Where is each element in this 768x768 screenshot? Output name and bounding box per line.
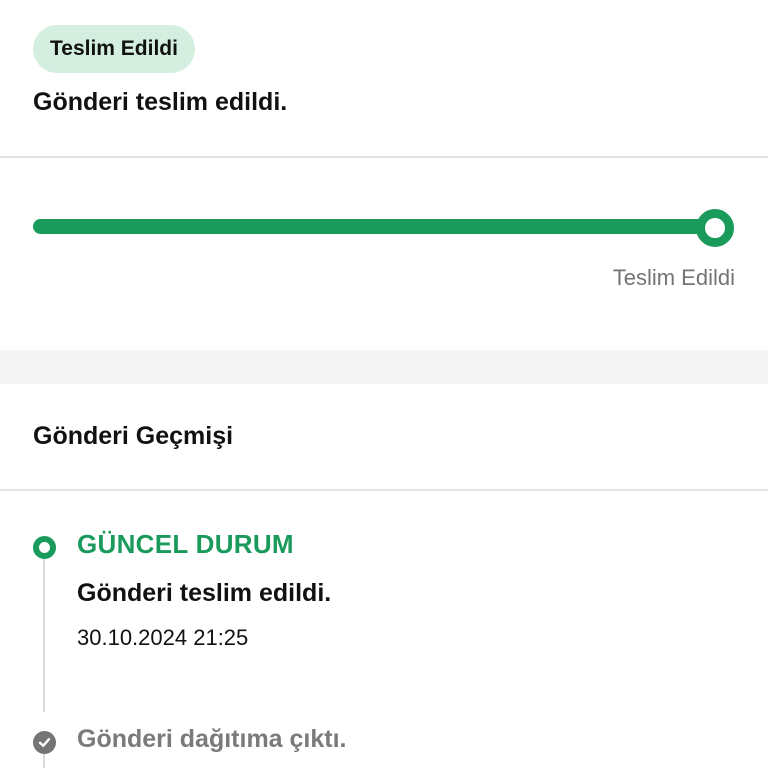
shipment-history: Gönderi Geçmişi GÜNCEL DURUM Gönderi tes… (0, 384, 768, 768)
section-separator (0, 350, 768, 384)
history-event-datetime: 30.10.2024 21:25 (77, 625, 249, 650)
checkmark-icon (38, 738, 51, 747)
timeline-connector (43, 558, 45, 712)
progress-section: Teslim Edildi (0, 158, 768, 350)
timeline-connector (43, 754, 45, 768)
history-event-description: Gönderi teslim edildi. (77, 579, 332, 607)
status-message: Gönderi teslim edildi. (33, 88, 288, 116)
progress-end-marker-icon (696, 209, 734, 247)
progress-track (33, 219, 713, 234)
current-status-dot-icon (33, 536, 56, 559)
check-circle-icon (33, 731, 56, 754)
divider (0, 489, 768, 491)
history-event-description: Gönderi dağıtıma çıktı. (77, 725, 347, 753)
progress-fill (33, 219, 713, 234)
current-status-label: GÜNCEL DURUM (77, 529, 294, 559)
progress-stage-label: Teslim Edildi (612, 265, 735, 290)
history-title: Gönderi Geçmişi (33, 422, 234, 450)
status-badge: Teslim Edildi (33, 25, 195, 73)
status-header: Teslim Edildi Gönderi teslim edildi. (0, 0, 768, 156)
